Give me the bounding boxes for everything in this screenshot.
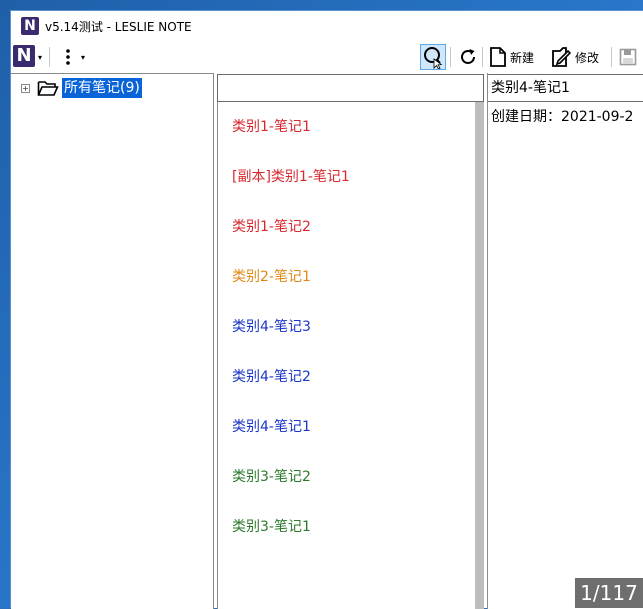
edit-note-label: 修改 xyxy=(575,50,600,65)
note-list: 类别1-笔记1 [副本]类别1-笔记1 类别1-笔记2 类别2-笔记1 类别4-… xyxy=(217,102,475,609)
note-title-field[interactable]: 类别4-笔记1 xyxy=(488,74,643,102)
category-tree-pane: + 所有笔记(9) xyxy=(11,73,214,609)
app-logo-icon: N xyxy=(21,17,39,35)
list-item[interactable]: 类别2-笔记1 xyxy=(232,266,311,286)
list-item[interactable]: 类别3-笔记2 xyxy=(232,466,311,486)
page-indicator: 1/117 xyxy=(575,578,643,608)
new-document-icon xyxy=(490,47,506,67)
note-list-scrollbar[interactable] xyxy=(475,102,484,609)
tree-item-label: 所有笔记(9) xyxy=(62,78,142,98)
created-date-label: 创建日期：2021-09-2 xyxy=(491,109,634,125)
title-bar: N v5.14测试 - LESLIE NOTE xyxy=(11,11,643,41)
list-item[interactable]: 类别4-笔记2 xyxy=(232,366,311,386)
list-item[interactable]: 类别1-笔记1 xyxy=(232,116,311,136)
toolbar: N ▾ ▾ 新建 修改 xyxy=(11,41,643,73)
more-vertical-icon[interactable] xyxy=(59,45,77,69)
toolbar-divider xyxy=(482,47,483,67)
window-title: v5.14测试 - LESLIE NOTE xyxy=(45,19,192,34)
list-item[interactable]: [副本]类别1-笔记1 xyxy=(232,166,350,186)
list-item[interactable]: 类别4-笔记3 xyxy=(232,316,311,336)
tree-item-all-notes[interactable]: + 所有笔记(9) xyxy=(21,78,142,98)
search-input[interactable] xyxy=(217,74,484,102)
refresh-icon xyxy=(461,49,475,64)
note-list-pane: 类别1-笔记1 [副本]类别1-笔记1 类别1-笔记2 类别2-笔记1 类别4-… xyxy=(217,73,484,609)
open-folder-icon xyxy=(37,81,59,96)
list-item[interactable]: 类别3-笔记1 xyxy=(232,516,311,536)
toolbar-divider xyxy=(49,47,50,67)
search-icon xyxy=(424,47,443,69)
expand-plus-icon[interactable]: + xyxy=(21,83,30,93)
save-icon xyxy=(619,48,637,66)
app-menu-button[interactable]: N xyxy=(13,45,35,67)
search-button[interactable] xyxy=(420,44,446,70)
app-window: N v5.14测试 - LESLIE NOTE N ▾ ▾ 新建 修改 + 所有… xyxy=(10,10,643,609)
refresh-button[interactable] xyxy=(457,46,479,68)
new-note-label: 新建 xyxy=(510,50,535,65)
app-menu-caret-icon[interactable]: ▾ xyxy=(36,49,44,65)
edit-note-button[interactable]: 修改 xyxy=(550,45,599,69)
list-item[interactable]: 类别4-笔记1 xyxy=(232,416,311,436)
toolbar-divider xyxy=(611,47,612,67)
more-caret-icon[interactable]: ▾ xyxy=(79,49,87,65)
note-detail-pane: 类别4-笔记1 创建日期：2021-09-2 xyxy=(487,73,643,609)
toolbar-divider xyxy=(450,47,451,67)
save-button[interactable] xyxy=(617,46,639,68)
list-item[interactable]: 类别1-笔记2 xyxy=(232,216,311,236)
new-note-button[interactable]: 新建 xyxy=(489,45,534,69)
edit-document-icon xyxy=(552,47,572,67)
